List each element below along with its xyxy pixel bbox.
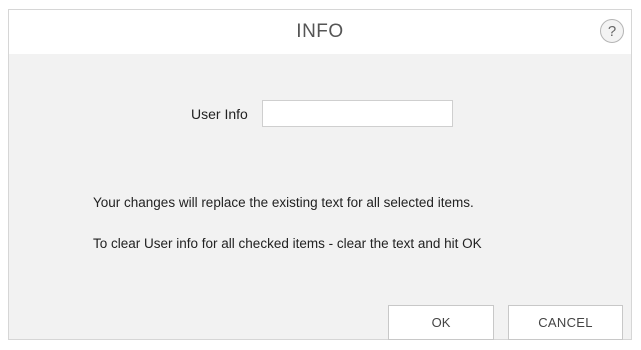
user-info-input[interactable] xyxy=(262,100,453,127)
replace-notice-text: Your changes will replace the existing t… xyxy=(93,195,474,210)
ok-button[interactable]: OK xyxy=(388,305,494,340)
user-info-label: User Info xyxy=(191,106,248,122)
dialog-title: INFO xyxy=(296,21,344,42)
info-dialog: INFO ? User Info Your changes will repla… xyxy=(8,9,632,340)
help-icon[interactable]: ? xyxy=(600,19,624,43)
user-info-row: User Info xyxy=(9,100,631,128)
clear-notice-text: To clear User info for all checked items… xyxy=(93,236,482,251)
cancel-button[interactable]: CANCEL xyxy=(508,305,623,340)
dialog-titlebar: INFO ? xyxy=(9,10,631,54)
